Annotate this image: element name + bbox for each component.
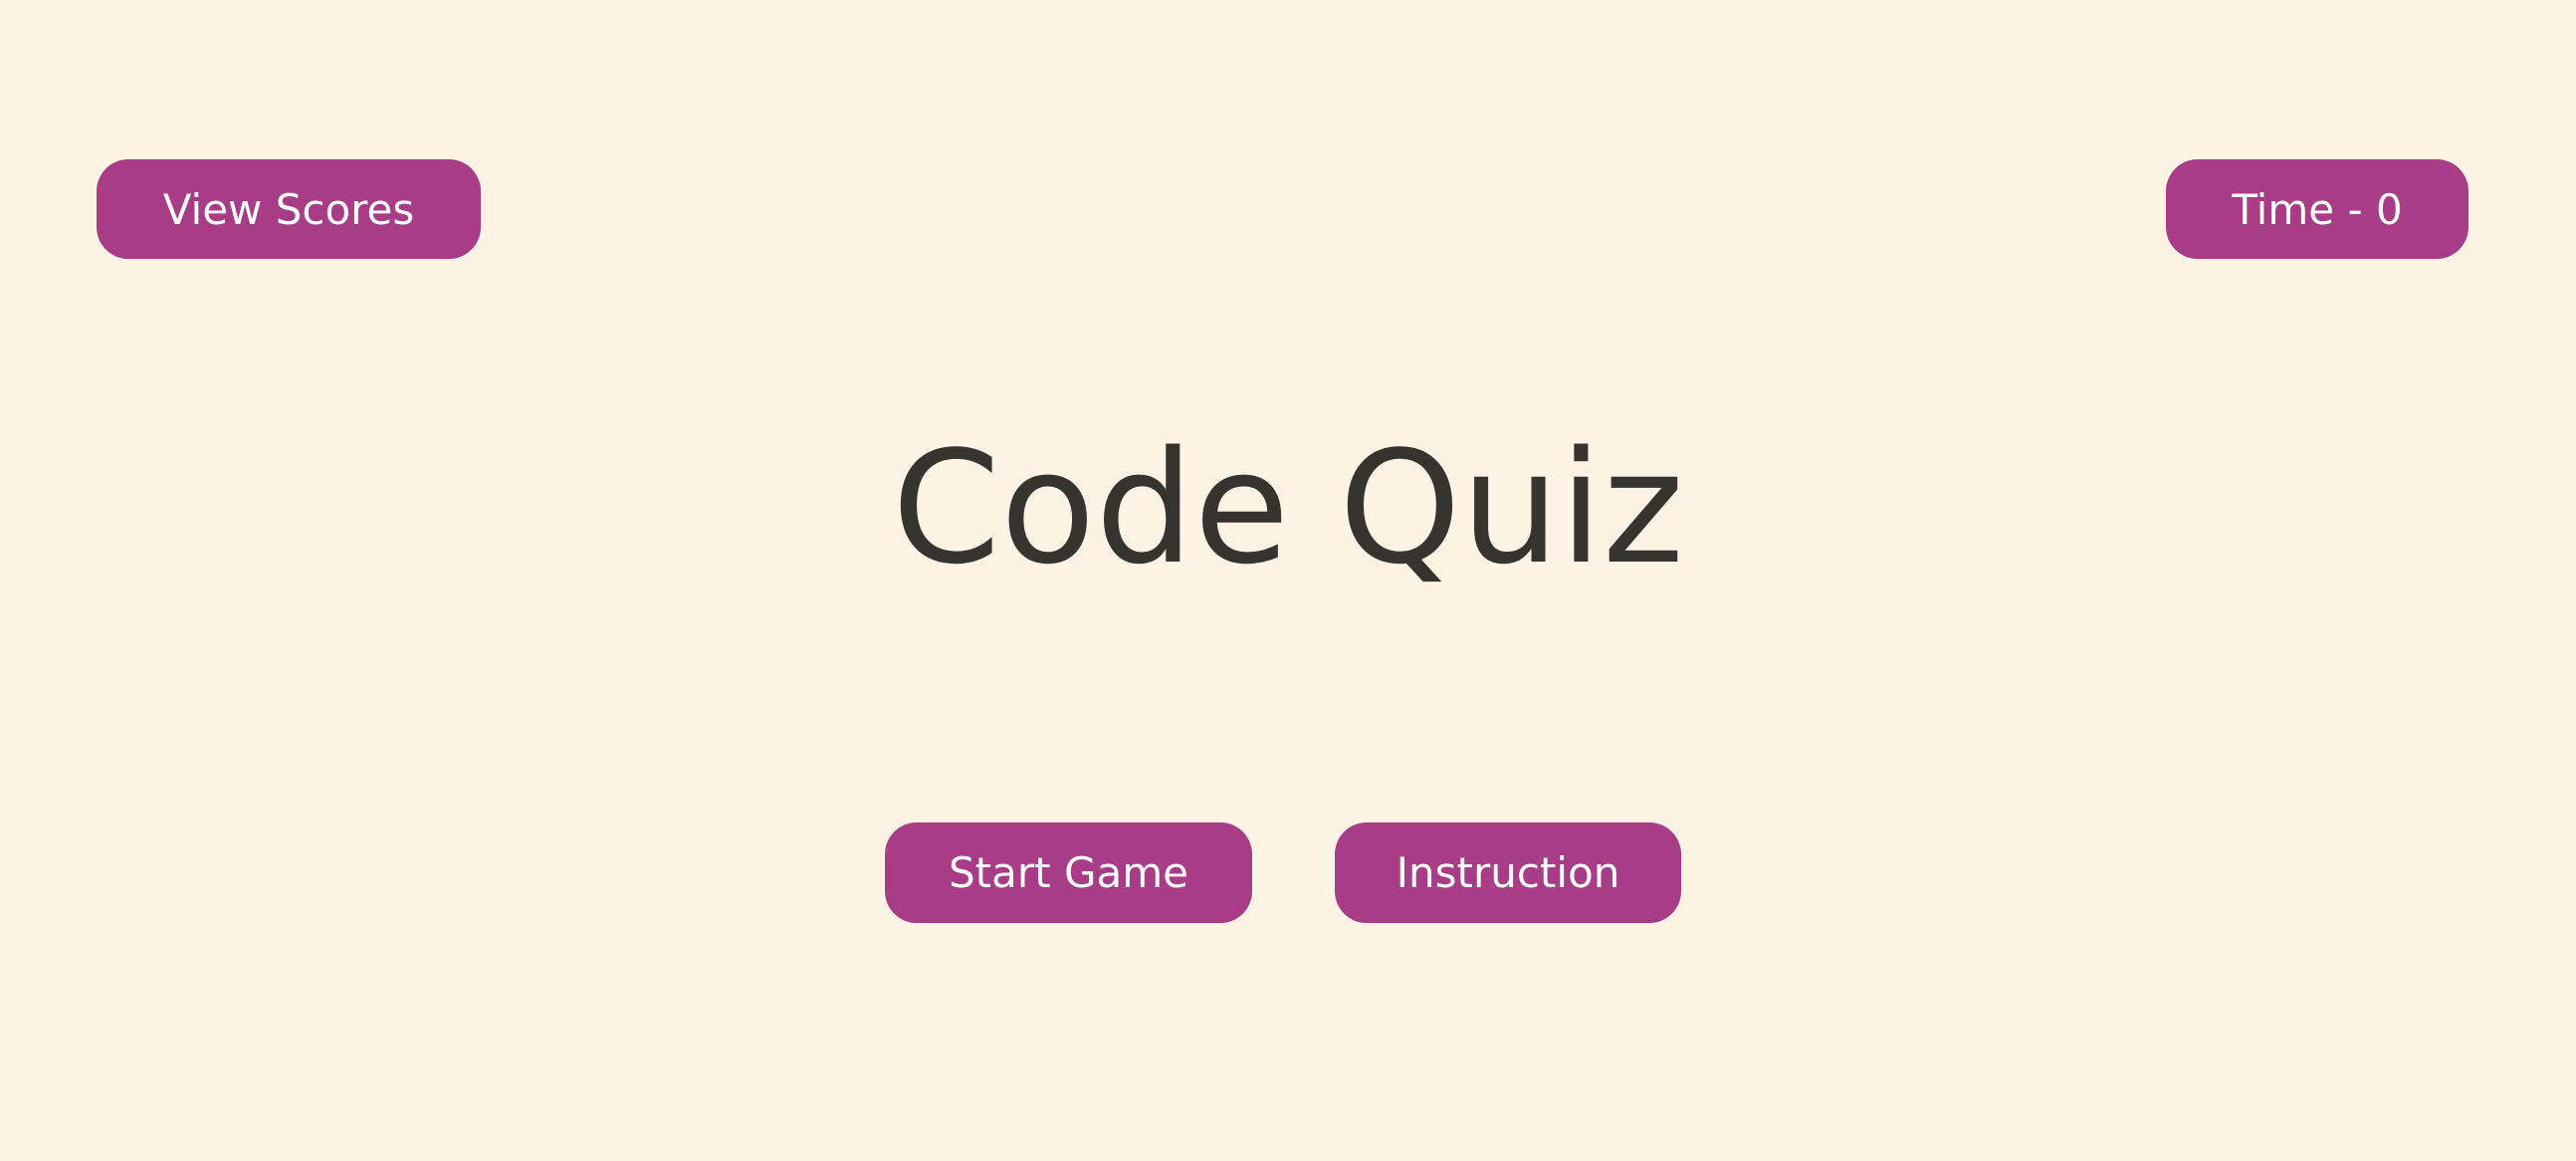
timer-display: Time - 0 (2166, 159, 2469, 259)
instruction-button[interactable]: Instruction (1335, 822, 1681, 923)
view-scores-button[interactable]: View Scores (97, 159, 481, 259)
start-game-button[interactable]: Start Game (885, 822, 1252, 923)
page-title: Code Quiz (892, 417, 1684, 598)
